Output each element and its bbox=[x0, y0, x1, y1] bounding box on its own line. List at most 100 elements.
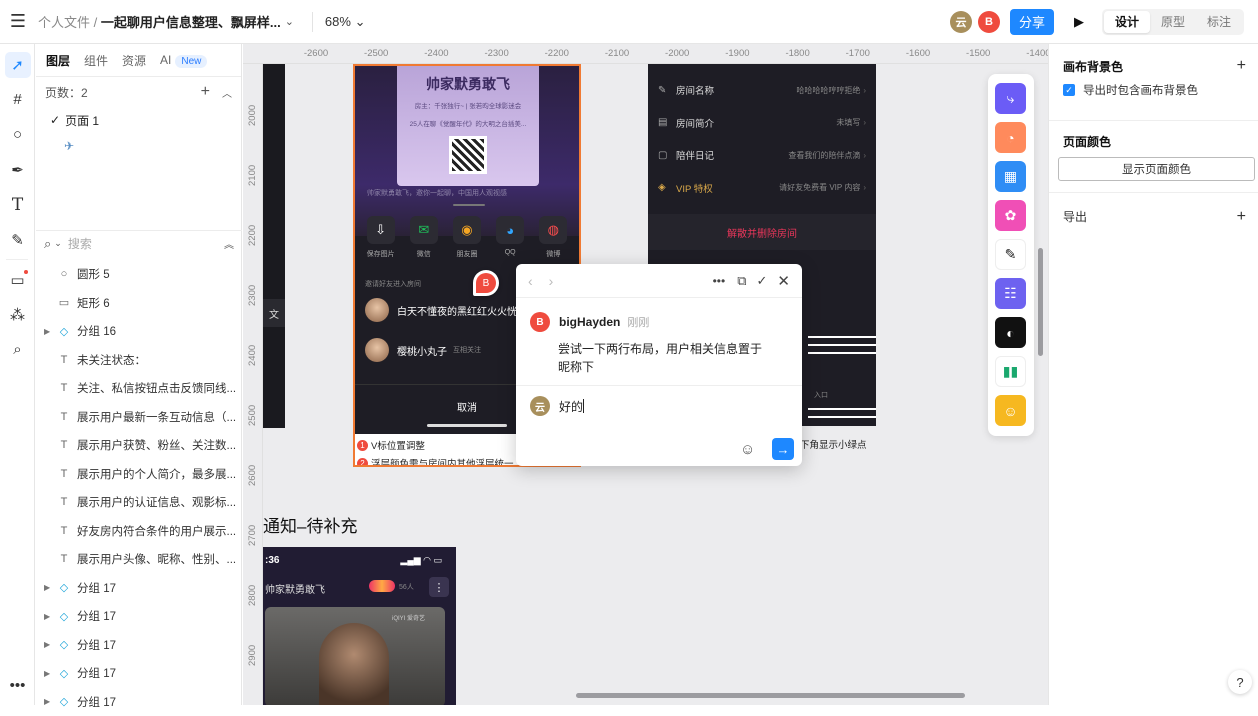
main-menu-icon[interactable]: ☰ bbox=[0, 0, 36, 44]
tab-annotate[interactable]: 标注 bbox=[1196, 11, 1242, 33]
blossom-plugin-icon[interactable]: ✿ bbox=[995, 200, 1026, 231]
layer-search[interactable]: ⌕ ⌄ 搜索 ︽ bbox=[36, 230, 242, 256]
room-setting-row[interactable]: ◈VIP 特权请好友免费看 VIP 内容› bbox=[648, 172, 876, 205]
horizontal-scrollbar[interactable] bbox=[576, 693, 965, 698]
avatar bbox=[365, 338, 389, 362]
layer-row[interactable]: T关注、私信按钮点击反馈同线... bbox=[36, 374, 242, 403]
move-tool-icon[interactable]: ➚ bbox=[0, 47, 35, 82]
zoom-select[interactable]: 68% ⌄ bbox=[325, 14, 366, 30]
search-tool-icon[interactable]: ⌕ bbox=[0, 332, 35, 367]
divider-line bbox=[808, 344, 876, 346]
layer-row[interactable]: ▶◇分组 17 bbox=[36, 602, 242, 631]
friend-row[interactable]: 樱桃小丸子 互相关注 bbox=[365, 338, 481, 362]
add-page-icon[interactable]: + bbox=[201, 83, 210, 101]
layer-name: 分组 17 bbox=[77, 637, 116, 653]
page-item[interactable]: ✈ bbox=[36, 133, 241, 159]
layer-row[interactable]: ▶◇分组 16 bbox=[36, 317, 242, 346]
layer-row[interactable]: ▶◇分组 17 bbox=[36, 631, 242, 660]
share-target[interactable]: ✉微信 bbox=[406, 216, 442, 259]
blocks-plugin-icon[interactable]: ▮▮ bbox=[995, 356, 1026, 387]
text-tool-icon[interactable]: T bbox=[0, 187, 35, 222]
layer-row[interactable]: ▶◇分组 17 bbox=[36, 659, 242, 688]
video-player[interactable]: iQIYI 爱奇艺 bbox=[265, 607, 445, 705]
layer-row[interactable]: ▶◇分组 17 bbox=[36, 574, 242, 603]
resolve-icon[interactable]: ✓ bbox=[757, 273, 768, 289]
tab-components[interactable]: 组件 bbox=[84, 52, 108, 69]
add-export-icon[interactable]: + bbox=[1237, 208, 1246, 226]
room-setting-row[interactable]: ✎房间名称哈哈哈哈哼哼拒绝› bbox=[648, 74, 876, 107]
layer-row[interactable]: T展示用户头像、昵称、性别、... bbox=[36, 545, 242, 574]
color-wheel-plugin-icon[interactable]: ◐ bbox=[995, 317, 1026, 348]
layer-row[interactable]: ▭矩形 6 bbox=[36, 289, 242, 318]
collaborator-avatar[interactable]: 云 bbox=[950, 11, 972, 33]
more-icon[interactable]: ⋮ bbox=[429, 577, 449, 597]
pen-plugin-icon[interactable]: ✎ bbox=[995, 239, 1026, 270]
caret-right-icon[interactable]: ▶ bbox=[44, 640, 56, 649]
file-title[interactable]: 一起聊用户信息整理、飘屏样... bbox=[101, 15, 281, 30]
share-target[interactable]: ◍微博 bbox=[535, 216, 571, 259]
layer-row[interactable]: ○圆形 5 bbox=[36, 260, 242, 289]
qrcode-plugin-icon[interactable]: ▦ bbox=[995, 161, 1026, 192]
layout-plugin-icon[interactable]: ☷ bbox=[995, 278, 1026, 309]
share-target[interactable]: ◉朋友圈 bbox=[449, 216, 485, 259]
more-icon[interactable]: ••• bbox=[713, 274, 726, 288]
emoji-plugin-icon[interactable]: ☺ bbox=[995, 395, 1026, 426]
search-input[interactable]: 搜索 bbox=[68, 235, 92, 252]
layer-row[interactable]: T展示用户的个人简介，最多展... bbox=[36, 460, 242, 489]
text-layer-icon: T bbox=[56, 496, 72, 508]
frame-partial[interactable]: 文 bbox=[263, 64, 285, 428]
layer-row[interactable]: T展示用户获赞、粉丝、关注数... bbox=[36, 431, 242, 460]
add-icon[interactable]: + bbox=[1237, 57, 1246, 75]
layer-row[interactable]: ▶◇分组 17 bbox=[36, 688, 242, 716]
layer-row[interactable]: T好友房内符合条件的用户展示... bbox=[36, 517, 242, 546]
breadcrumb-folder[interactable]: 个人文件 bbox=[38, 15, 90, 30]
connector-plugin-icon[interactable]: ⤷ bbox=[995, 83, 1026, 114]
chart-plugin-icon[interactable]: ◔ bbox=[995, 122, 1026, 153]
ellipse-tool-icon[interactable]: ○ bbox=[0, 117, 35, 152]
tab-assets[interactable]: 资源 bbox=[122, 52, 146, 69]
collapse-icon[interactable]: ︿ bbox=[222, 85, 232, 100]
play-icon[interactable]: ▶ bbox=[1074, 14, 1084, 30]
tab-layers[interactable]: 图层 bbox=[46, 52, 70, 69]
layer-row[interactable]: T未关注状态： bbox=[36, 346, 242, 375]
caret-right-icon[interactable]: ▶ bbox=[44, 612, 56, 621]
page-item[interactable]: ✓ 页面 1 bbox=[36, 107, 241, 133]
drag-handle[interactable] bbox=[453, 204, 485, 206]
caret-right-icon[interactable]: ▶ bbox=[44, 327, 56, 336]
tab-ai[interactable]: AINew bbox=[160, 53, 207, 67]
layer-row[interactable]: T展示用户最新一条互动信息（... bbox=[36, 403, 242, 432]
close-icon[interactable]: ✕ bbox=[777, 272, 790, 290]
help-button[interactable]: ? bbox=[1228, 670, 1252, 694]
comment-tool-icon[interactable]: ▭ bbox=[0, 262, 35, 297]
comment-pin[interactable]: B bbox=[473, 270, 499, 296]
frame-tool-icon[interactable]: # bbox=[0, 82, 35, 117]
dissolve-room-button[interactable]: 解散并删除房间 bbox=[648, 214, 876, 250]
share-button[interactable]: 分享 bbox=[1010, 9, 1054, 35]
pencil-tool-icon[interactable]: ✎ bbox=[0, 222, 35, 257]
tab-prototype[interactable]: 原型 bbox=[1150, 11, 1196, 33]
vertical-scrollbar[interactable] bbox=[1038, 248, 1043, 356]
friend-row[interactable]: 白天不懂夜的黑红红火火恍惚 bbox=[365, 298, 527, 322]
share-target[interactable]: ⇩保存图片 bbox=[363, 216, 399, 259]
caret-right-icon[interactable]: ▶ bbox=[44, 669, 56, 678]
locate-icon[interactable]: ⧉ bbox=[737, 273, 746, 289]
more-icon[interactable]: ••• bbox=[0, 668, 35, 703]
room-setting-row[interactable]: ▢陪伴日记查看我们的陪伴点滴› bbox=[648, 139, 876, 172]
phone-frame[interactable]: :36 ▂▄▆ ◠ ▭ 帅家默勇敢飞 56人 ⋮ iQIYI 爱奇艺 bbox=[263, 547, 456, 705]
collapse-all-icon[interactable]: ︽ bbox=[224, 236, 234, 251]
show-page-color-button[interactable]: 显示页面颜色 bbox=[1058, 157, 1255, 181]
room-setting-row[interactable]: ▤房间简介未填写› bbox=[648, 107, 876, 140]
pen-tool-icon[interactable]: ✒ bbox=[0, 152, 35, 187]
layer-row[interactable]: T展示用户的认证信息、观影标... bbox=[36, 488, 242, 517]
components-tool-icon[interactable]: ⁂ bbox=[0, 297, 35, 332]
emoji-icon[interactable]: ☺ bbox=[740, 441, 755, 458]
send-button[interactable]: → bbox=[772, 438, 794, 460]
collaborator-avatar[interactable]: B bbox=[978, 11, 1000, 33]
reply-input[interactable]: 好的 bbox=[559, 398, 583, 415]
tab-design[interactable]: 设计 bbox=[1104, 11, 1150, 33]
share-target[interactable]: ◕QQ bbox=[492, 216, 528, 259]
chevron-down-icon[interactable]: ⌄ bbox=[285, 15, 294, 28]
prev-icon[interactable]: ‹ bbox=[528, 273, 533, 289]
caret-right-icon[interactable]: ▶ bbox=[44, 583, 56, 592]
next-icon[interactable]: › bbox=[549, 273, 554, 289]
